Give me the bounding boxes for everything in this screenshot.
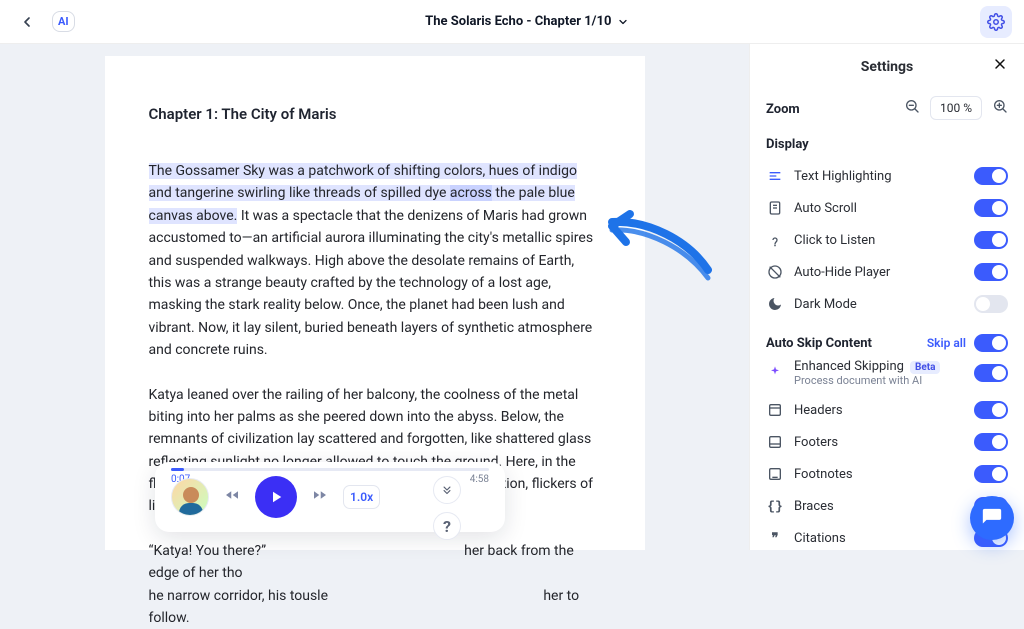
close-button[interactable]: [992, 56, 1008, 76]
paragraph: “Katya! You there?” her back from the ed…: [149, 540, 601, 629]
document-title: The Solaris Echo - Chapter 1/10: [425, 14, 611, 29]
footers-icon: [766, 433, 784, 451]
playback-speed[interactable]: 1.0x: [343, 485, 380, 509]
sparkle-icon: [766, 364, 784, 382]
chevron-down-icon: [617, 16, 629, 28]
chapter-title: Chapter 1: The City of Maris: [149, 102, 601, 126]
toggle-autohide-player[interactable]: [974, 263, 1008, 281]
settings-panel: Settings Zoom 100 % Display Text Highlig…: [749, 44, 1024, 550]
rewind-button[interactable]: [223, 486, 241, 509]
play-button[interactable]: [255, 476, 297, 518]
toggle-enhanced-skipping[interactable]: [974, 364, 1008, 382]
top-bar: AI The Solaris Echo - Chapter 1/10: [0, 0, 1024, 44]
annotation-arrow-icon: [598, 200, 718, 290]
help-button[interactable]: ?: [433, 512, 461, 540]
auto-skip-label: Auto Skip Content: [766, 336, 872, 351]
zoom-in-icon: [992, 98, 1008, 114]
chat-fab[interactable]: [970, 496, 1014, 540]
time-total: 4:58: [470, 474, 489, 485]
toggle-skip-footnotes[interactable]: [974, 465, 1008, 483]
setting-dark-mode: Dark Mode: [766, 288, 1008, 320]
collapse-button[interactable]: [433, 476, 461, 504]
toggle-skip-footers[interactable]: [974, 433, 1008, 451]
back-button[interactable]: [12, 7, 42, 37]
beta-badge: Beta: [910, 361, 941, 374]
skip-all-link[interactable]: Skip all: [927, 336, 966, 350]
auto-scroll-icon: [766, 199, 784, 217]
double-chevron-down-icon: [440, 483, 454, 497]
setting-enhanced-skipping: Enhanced SkippingBetaProcess document wi…: [766, 352, 1008, 394]
zoom-out-icon: [904, 98, 920, 114]
word-highlight: across: [450, 185, 492, 201]
forward-button[interactable]: [311, 486, 329, 509]
voice-avatar[interactable]: [171, 478, 209, 516]
click-listen-icon: [766, 231, 784, 249]
settings-title: Settings: [861, 59, 913, 75]
dark-mode-icon: [766, 295, 784, 313]
ai-badge-icon[interactable]: AI: [52, 11, 75, 32]
citations-icon: ❞: [766, 529, 784, 547]
setting-text-highlighting: Text Highlighting: [766, 160, 1008, 192]
toggle-click-listen[interactable]: [974, 231, 1008, 249]
document-area: Chapter 1: The City of Maris The Gossame…: [0, 44, 749, 550]
text-highlight-icon: [766, 167, 784, 185]
display-label: Display: [766, 137, 1008, 152]
braces-icon: {}: [766, 497, 784, 515]
setting-autohide-player: Auto-Hide Player: [766, 256, 1008, 288]
zoom-in-button[interactable]: [992, 98, 1008, 118]
footnotes-icon: [766, 465, 784, 483]
headers-icon: [766, 401, 784, 419]
play-icon: [267, 488, 285, 506]
close-icon: [992, 56, 1008, 72]
chat-icon: [981, 507, 1003, 529]
toggle-skip-headers[interactable]: [974, 401, 1008, 419]
gear-icon: [987, 13, 1005, 31]
paragraph: The Gossamer Sky was a patchwork of shif…: [149, 160, 601, 362]
zoom-value[interactable]: 100 %: [930, 96, 982, 120]
setting-auto-scroll: Auto Scroll: [766, 192, 1008, 224]
zoom-label: Zoom: [766, 102, 800, 117]
setting-skip-footnotes: Footnotes: [766, 458, 1008, 490]
toggle-skip-all[interactable]: [974, 334, 1008, 352]
toggle-text-highlighting[interactable]: [974, 167, 1008, 185]
setting-skip-footers: Footers: [766, 426, 1008, 458]
setting-skip-headers: Headers: [766, 394, 1008, 426]
progress-bar[interactable]: [171, 468, 489, 471]
autohide-icon: [766, 263, 784, 281]
toggle-dark-mode[interactable]: [974, 295, 1008, 313]
settings-button[interactable]: [980, 6, 1012, 38]
zoom-out-button[interactable]: [904, 98, 920, 118]
toggle-auto-scroll[interactable]: [974, 199, 1008, 217]
document-title-dropdown[interactable]: The Solaris Echo - Chapter 1/10: [425, 14, 629, 29]
setting-click-listen: Click to Listen: [766, 224, 1008, 256]
